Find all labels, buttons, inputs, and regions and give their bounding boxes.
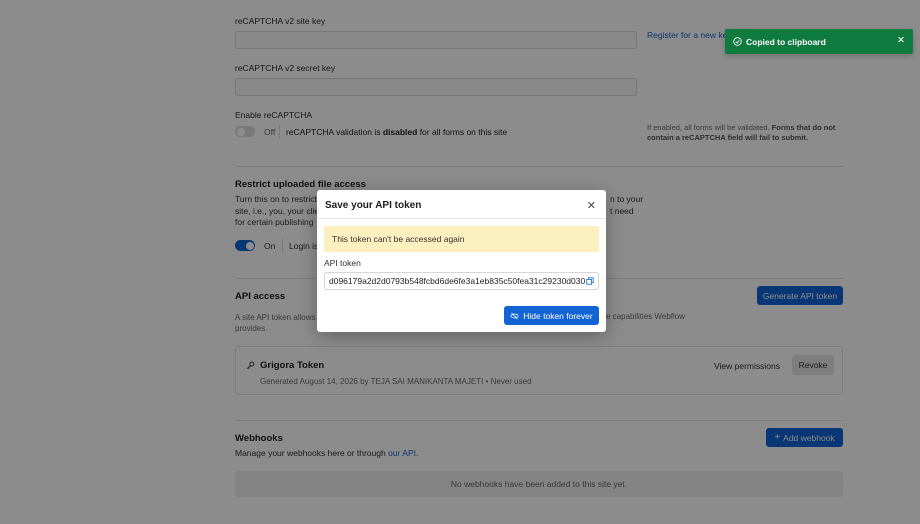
api-token-field[interactable]: d096179a2d2d0793b548fcbd6de6fe3a1eb835c5… bbox=[324, 272, 599, 290]
modal-divider bbox=[317, 218, 606, 219]
check-circle-icon bbox=[733, 37, 742, 46]
copy-icon[interactable] bbox=[586, 277, 594, 285]
close-icon[interactable]: ✕ bbox=[897, 35, 905, 46]
save-token-modal: Save your API token ✕ This token can't b… bbox=[317, 190, 606, 332]
close-icon[interactable]: ✕ bbox=[587, 199, 596, 212]
eye-off-icon bbox=[510, 312, 519, 319]
copied-toast: Copied to clipboard ✕ bbox=[725, 29, 913, 54]
hide-token-label: Hide token forever bbox=[523, 310, 593, 321]
modal-title: Save your API token bbox=[325, 200, 422, 211]
hide-token-button[interactable]: Hide token forever bbox=[504, 306, 599, 325]
toast-message: Copied to clipboard bbox=[746, 37, 826, 47]
api-token-label: API token bbox=[324, 258, 361, 268]
warning-banner: This token can't be accessed again bbox=[324, 226, 599, 252]
api-token-value: d096179a2d2d0793b548fcbd6de6fe3a1eb835c5… bbox=[329, 276, 585, 286]
